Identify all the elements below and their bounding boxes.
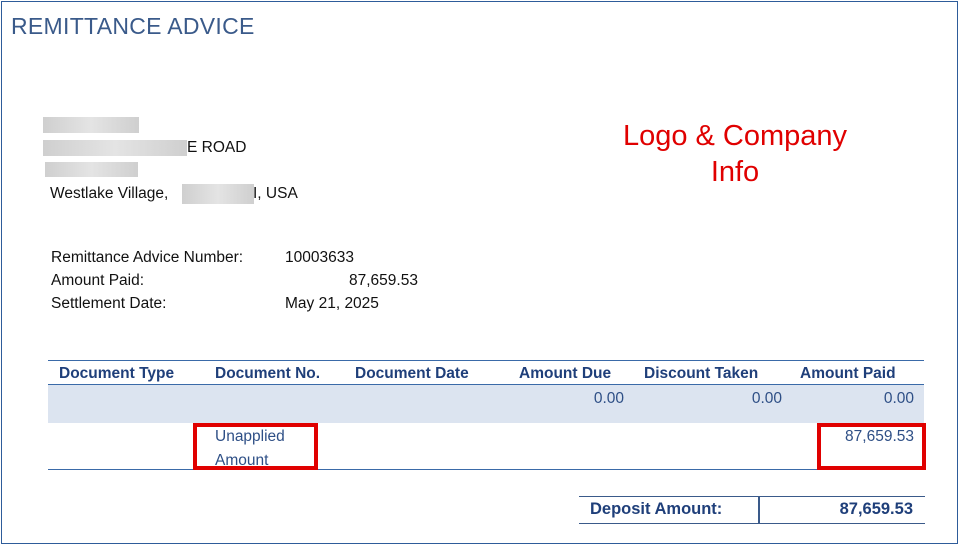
address-city-suffix: I, USA: [253, 185, 298, 202]
remittance-number-label: Remittance Advice Number:: [51, 249, 244, 266]
row1-amount-due: 0.00: [593, 390, 624, 407]
redacted-address-line-1: [43, 117, 139, 133]
settlement-date-value: May 21, 2025: [285, 295, 379, 312]
address-line-2-suffix: E ROAD: [187, 139, 247, 156]
table-bottom-rule: [48, 469, 924, 470]
column-header-discount-taken: Discount Taken: [644, 365, 759, 382]
amount-paid-label: Amount Paid:: [51, 272, 145, 289]
column-header-amount-due: Amount Due: [519, 365, 612, 382]
table-row: [48, 385, 924, 423]
remittance-number-value: 10003633: [285, 249, 354, 266]
redacted-address-line-3: [45, 162, 138, 177]
address-city-prefix: Westlake Village,: [50, 185, 169, 202]
settlement-date-label: Settlement Date:: [51, 295, 167, 312]
highlight-box-amount-paid: [817, 423, 926, 470]
column-header-document-no: Document No.: [215, 365, 321, 382]
highlight-box-unapplied-amount: [193, 423, 318, 470]
page-title: REMITTANCE ADVICE: [11, 13, 255, 39]
column-header-document-date: Document Date: [355, 365, 469, 382]
redacted-address-line-2: [43, 140, 187, 156]
amount-paid-value: 87,659.53: [349, 272, 418, 289]
row1-discount-taken: 0.00: [751, 390, 782, 407]
table-top-rule: [48, 360, 924, 361]
deposit-amount-label: Deposit Amount:: [590, 500, 723, 518]
row1-amount-paid: 0.00: [883, 390, 914, 407]
document-frame: [1, 1, 958, 544]
deposit-divider: [758, 496, 760, 524]
column-header-amount-paid: Amount Paid: [800, 365, 896, 382]
redacted-address-state: [182, 184, 254, 204]
logo-company-info-note: Logo & Company Info: [622, 120, 848, 188]
deposit-amount-value: 87,659.53: [839, 500, 913, 518]
column-header-document-type: Document Type: [59, 365, 175, 382]
